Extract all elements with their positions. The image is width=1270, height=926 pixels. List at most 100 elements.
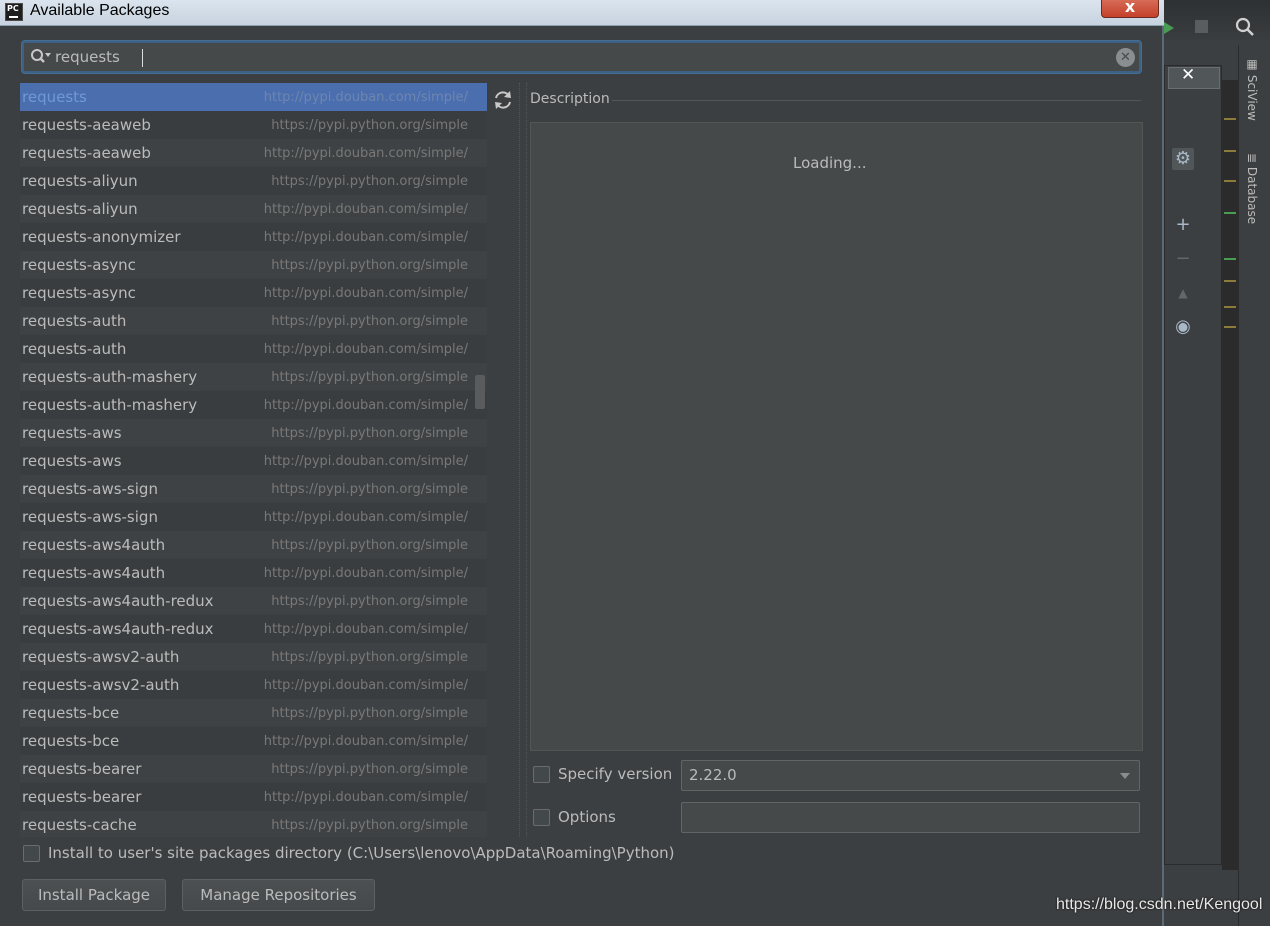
package-name: requests: [22, 88, 87, 106]
package-name: requests-bce: [22, 704, 120, 722]
options-input[interactable]: [681, 802, 1140, 833]
version-dropdown[interactable]: 2.22.0: [681, 760, 1140, 791]
package-name: requests-aws-sign: [22, 480, 158, 498]
package-name: requests-cache: [22, 816, 137, 834]
list-item[interactable]: requests-anonymizer http://pypi.douban.co…: [20, 223, 487, 251]
package-name: requests-bearer: [22, 788, 142, 806]
eye-icon[interactable]: ◉: [1172, 316, 1194, 338]
tab-sciview-label: SciView: [1245, 74, 1259, 121]
install-to-user-label: Install to user's site packages director…: [48, 844, 675, 862]
list-item[interactable]: requests-bearer https://pypi.python.org/s…: [20, 755, 487, 783]
package-name: requests-aws-sign: [22, 508, 158, 526]
list-item[interactable]: requests-aws4auth https://pypi.python.org…: [20, 531, 487, 559]
description-separator: [612, 100, 1141, 101]
package-list[interactable]: requests http://pypi.douban.com/simple/re…: [20, 83, 487, 837]
pycharm-logo-icon: PC: [5, 3, 23, 21]
options-label: Options: [558, 808, 616, 826]
window-close-button[interactable]: x: [1101, 0, 1159, 18]
package-name: requests-async: [22, 284, 136, 302]
list-item[interactable]: requests-aws4auth-redux https://pypi.pyth…: [20, 587, 487, 615]
search-field[interactable]: ✕: [22, 41, 1141, 73]
list-item[interactable]: requests-aws4auth-redux http://pypi.douba…: [20, 615, 487, 643]
package-repository: http://pypi.douban.com/simple/: [263, 677, 468, 693]
tab-database-label: Database: [1245, 166, 1259, 225]
chevron-down-icon[interactable]: [1120, 773, 1130, 779]
package-repository: http://pypi.douban.com/simple/: [263, 565, 468, 581]
package-name: requests-aws4auth: [22, 536, 166, 554]
list-item[interactable]: requests-bearer http://pypi.douban.com/si…: [20, 783, 487, 811]
package-repository: http://pypi.douban.com/simple/: [263, 229, 468, 245]
package-repository: https://pypi.python.org/simple: [271, 313, 468, 329]
refresh-icon[interactable]: [490, 88, 516, 112]
list-item[interactable]: requests-auth-mashery http://pypi.douban.…: [20, 391, 487, 419]
list-item[interactable]: requests-aws4auth http://pypi.douban.com/…: [20, 559, 487, 587]
list-item[interactable]: requests-aliyun https://pypi.python.org/s…: [20, 167, 487, 195]
search-everywhere-icon[interactable]: [1234, 16, 1258, 40]
package-repository: https://pypi.python.org/simple: [271, 425, 468, 441]
install-to-user-checkbox[interactable]: [23, 845, 40, 862]
loading-text: Loading...: [793, 154, 867, 172]
package-repository: http://pypi.douban.com/simple/: [263, 341, 468, 357]
package-repository: https://pypi.python.org/simple: [271, 537, 468, 553]
package-name: requests-awsv2-auth: [22, 676, 180, 694]
options-checkbox[interactable]: [533, 809, 550, 826]
package-repository: https://pypi.python.org/simple: [271, 817, 468, 833]
specify-version-checkbox[interactable]: [533, 766, 550, 783]
package-repository: http://pypi.douban.com/simple/: [263, 453, 468, 469]
package-repository: http://pypi.douban.com/simple/: [263, 201, 468, 217]
list-item[interactable]: requests-aws-sign https://pypi.python.org…: [20, 475, 487, 503]
package-name: requests-bearer: [22, 760, 142, 778]
package-name: requests-aeaweb: [22, 116, 151, 134]
package-repository: https://pypi.python.org/simple: [271, 705, 468, 721]
plus-icon[interactable]: +: [1172, 214, 1194, 236]
package-name: requests-auth-mashery: [22, 368, 198, 386]
up-icon[interactable]: ▲: [1172, 282, 1194, 304]
package-name: requests-aliyun: [22, 200, 138, 218]
package-name: requests-aeaweb: [22, 144, 151, 162]
list-item[interactable]: requests-cache https://pypi.python.org/si…: [20, 811, 487, 837]
package-name: requests-aliyun: [22, 172, 138, 190]
close-icon[interactable]: ✕: [1181, 65, 1195, 85]
list-item[interactable]: requests-aws http://pypi.douban.com/simpl…: [20, 447, 487, 475]
version-value: 2.22.0: [689, 766, 737, 784]
panel-splitter[interactable]: [519, 83, 527, 837]
package-repository: http://pypi.douban.com/simple/: [263, 509, 468, 525]
list-item[interactable]: requests-aliyun http://pypi.douban.com/si…: [20, 195, 487, 223]
list-item[interactable]: requests-awsv2-auth http://pypi.douban.co…: [20, 671, 487, 699]
package-repository: http://pypi.douban.com/simple/: [263, 89, 468, 105]
gear-icon[interactable]: ⚙: [1172, 148, 1194, 170]
list-scrollbar[interactable]: [475, 375, 485, 409]
search-input[interactable]: [55, 46, 1095, 68]
package-name: requests-aws: [22, 452, 122, 470]
list-item[interactable]: requests-auth https://pypi.python.org/sim…: [20, 307, 487, 335]
list-item[interactable]: requests-aws https://pypi.python.org/simp…: [20, 419, 487, 447]
clear-icon[interactable]: ✕: [1116, 48, 1135, 67]
tab-sciview[interactable]: ▦ SciView: [1245, 57, 1259, 121]
title-bar: PC Available Packages: [0, 0, 1164, 26]
package-name: requests-aws4auth-redux: [22, 592, 214, 610]
list-item[interactable]: requests-async http://pypi.douban.com/sim…: [20, 279, 487, 307]
list-item[interactable]: requests-aws-sign http://pypi.douban.com/…: [20, 503, 487, 531]
ide-right-toolbar: ▦ SciView ≣ Database: [1238, 45, 1270, 926]
list-item[interactable]: requests-auth http://pypi.douban.com/simp…: [20, 335, 487, 363]
package-repository: http://pypi.douban.com/simple/: [263, 733, 468, 749]
list-item[interactable]: requests-bce http://pypi.douban.com/simpl…: [20, 727, 487, 755]
search-icon[interactable]: [30, 48, 52, 66]
package-name: requests-awsv2-auth: [22, 648, 180, 666]
package-repository: http://pypi.douban.com/simple/: [263, 397, 468, 413]
list-item[interactable]: requests http://pypi.douban.com/simple/: [20, 83, 487, 111]
list-item[interactable]: requests-bce https://pypi.python.org/simp…: [20, 699, 487, 727]
install-package-button[interactable]: Install Package: [22, 879, 166, 911]
minus-icon[interactable]: −: [1172, 248, 1194, 270]
description-panel: Loading...: [530, 122, 1143, 751]
list-item[interactable]: requests-aeaweb https://pypi.python.org/s…: [20, 111, 487, 139]
list-item[interactable]: requests-awsv2-auth https://pypi.python.o…: [20, 643, 487, 671]
list-item[interactable]: requests-auth-mashery https://pypi.python…: [20, 363, 487, 391]
package-repository: https://pypi.python.org/simple: [271, 593, 468, 609]
list-item[interactable]: requests-aeaweb http://pypi.douban.com/si…: [20, 139, 487, 167]
manage-repositories-button[interactable]: Manage Repositories: [182, 879, 375, 911]
list-item[interactable]: requests-async https://pypi.python.org/si…: [20, 251, 487, 279]
text-caret: [142, 49, 143, 67]
tab-database[interactable]: ≣ Database: [1245, 153, 1259, 224]
package-name: requests-anonymizer: [22, 228, 181, 246]
